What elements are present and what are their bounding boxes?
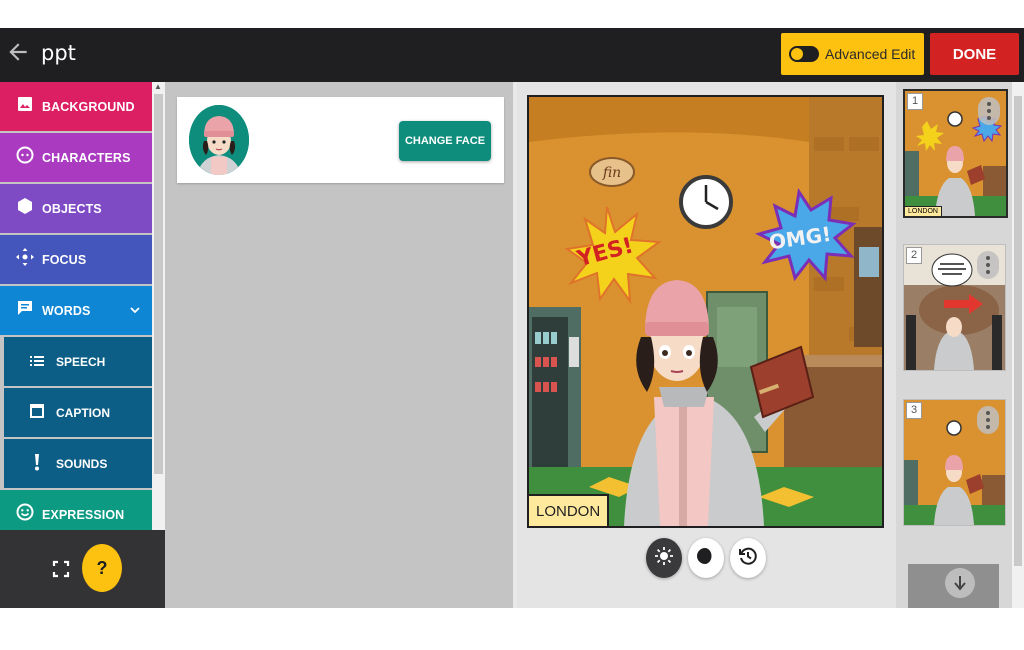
cell-thumbnail[interactable]: 2 [903,244,1006,371]
sidebar-item-words[interactable]: WORDS [0,286,152,335]
more-options-icon[interactable] [977,251,999,279]
top-bar: ppt Advanced Edit DONE [0,28,1024,82]
sign-text: fin [602,165,621,181]
toggle-switch[interactable] [789,46,819,62]
caption-box-icon [28,404,46,421]
sun-icon [654,546,674,571]
more-options-icon[interactable] [977,406,999,434]
history-icon [738,546,758,571]
sidebar-item-objects[interactable]: OBJECTS [0,184,152,233]
brightness-button[interactable] [646,538,682,578]
sidebar-subitem-label: SPEECH [56,354,106,369]
done-button[interactable]: DONE [930,33,1019,75]
move-icon [14,248,36,271]
location-caption[interactable]: LONDON [529,494,610,526]
advanced-edit-toggle[interactable]: Advanced Edit [781,33,924,75]
scrollbar-thumb[interactable] [154,94,163,474]
cell-thumbnail[interactable]: 3 [903,399,1006,526]
fullscreen-icon[interactable] [52,560,70,578]
sidebar-item-background[interactable]: BACKGROUND [0,82,152,131]
exclamation-icon [28,453,46,474]
sidebar-subitem-speech[interactable]: SPEECH [4,337,152,386]
scroll-down-arrow-icon[interactable] [945,568,975,598]
moon-icon [697,547,715,570]
hexagon-icon [14,197,36,220]
advanced-edit-label: Advanced Edit [825,46,916,62]
sidebar-item-label: WORDS [42,303,91,318]
sidebar-item-label: CHARACTERS [42,150,131,165]
night-mode-button[interactable] [688,538,724,578]
face-icon [14,146,36,169]
sidebar-scrollbar[interactable]: ▲ ▼ [152,82,165,558]
cell-number: 1 [907,93,923,110]
change-face-button[interactable]: CHANGE FACE [399,121,491,161]
cell-number: 2 [906,247,922,264]
back-arrow-icon[interactable] [4,39,32,67]
history-button[interactable] [730,538,766,578]
image-icon [14,96,36,117]
scrollbar-thumb[interactable] [1014,96,1022,566]
scroll-up-arrow-icon[interactable]: ▲ [154,82,162,91]
chevron-down-icon [130,305,140,317]
sidebar-subitem-label: SOUNDS [56,456,108,471]
sidebar-item-label: EXPRESSION [42,507,125,522]
help-button[interactable]: ? [82,544,122,592]
sidebar: BACKGROUND CHARACTERS OBJECTS FOCUS WORD… [0,82,152,558]
storyboard-title[interactable]: ppt [41,41,76,65]
app: ppt Advanced Edit DONE BACKGROUND CHARAC… [0,28,1024,608]
sidebar-item-label: OBJECTS [42,201,102,216]
more-options-icon[interactable] [978,97,1000,125]
speech-bubble-icon [14,299,36,322]
character-panel: CHANGE FACE [177,97,504,183]
sidebar-subitem-label: CAPTION [56,405,110,420]
cell-thumbnail[interactable]: 1 LONDON [903,89,1008,218]
sidebar-subitem-sounds[interactable]: SOUNDS [4,439,152,488]
comic-cell[interactable]: fin YES! OMG! LONDON [527,95,884,528]
sidebar-item-focus[interactable]: FOCUS [0,235,152,284]
strip-scrollbar[interactable] [1012,82,1024,608]
cell-location-caption: LONDON [905,206,942,216]
smiley-icon [14,503,36,526]
character-avatar[interactable] [189,105,249,175]
scene-illustration[interactable]: fin YES! OMG! [529,97,882,526]
sidebar-item-characters[interactable]: CHARACTERS [0,133,152,182]
cell-number: 3 [906,402,922,419]
list-icon [28,354,46,370]
sidebar-item-label: BACKGROUND [42,99,135,114]
sidebar-item-label: FOCUS [42,252,87,267]
sidebar-subitem-caption[interactable]: CAPTION [4,388,152,437]
